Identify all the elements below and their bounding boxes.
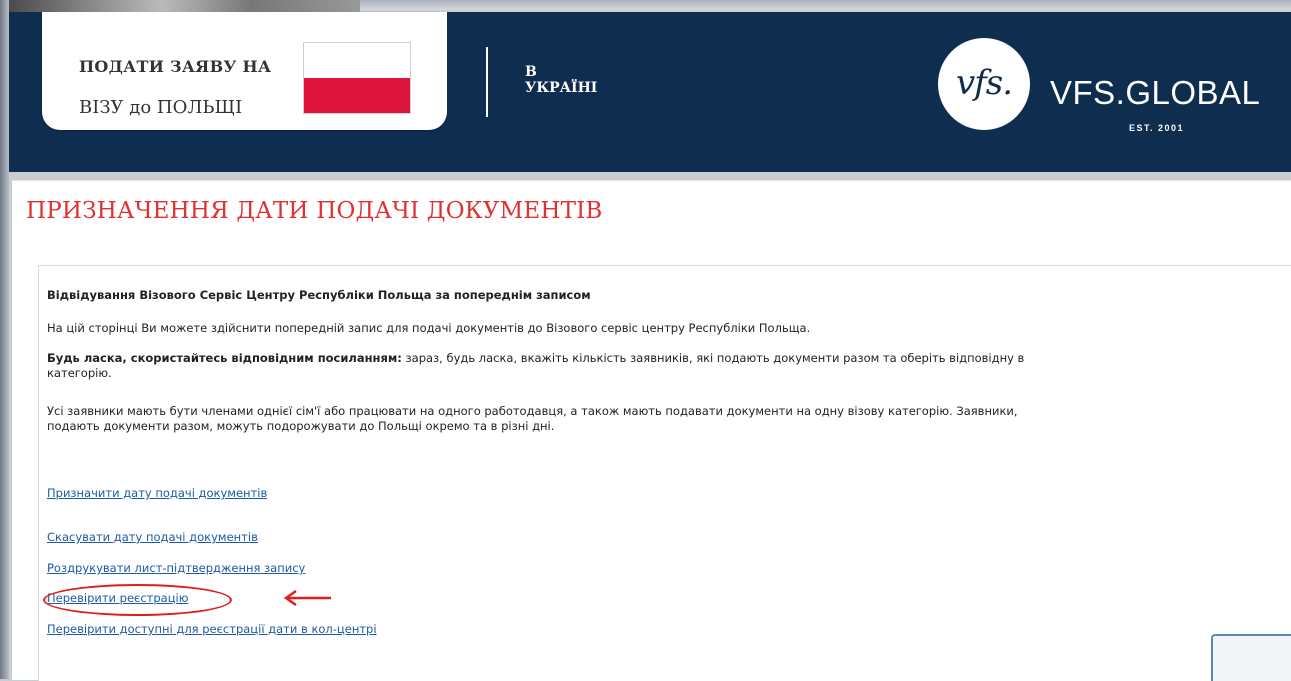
- vfs-logo-established: EST. 2001: [1129, 123, 1185, 133]
- vfs-logo-mark: vfs.: [955, 63, 1013, 103]
- hint-text: Будь ласка, скористайтесь відповідним по…: [47, 351, 1024, 381]
- region-line-2: УКРАЇНІ: [525, 80, 598, 96]
- schedule-appointment-link[interactable]: Призначити дату подачі документів: [47, 486, 267, 500]
- cancel-appointment-link[interactable]: Скасувати дату подачі документів: [47, 530, 258, 544]
- arrow-left-icon: [283, 590, 331, 606]
- site-header: ПОДАТИ ЗАЯВУ НА ВІЗУ до ПОЛЬЩІ В УКРАЇНІ…: [9, 12, 1291, 172]
- window-left-edge: [0, 0, 9, 679]
- page-content: ПРИЗНАЧЕННЯ ДАТИ ПОДАЧІ ДОКУМЕНТІВ Відві…: [12, 180, 1291, 681]
- apply-visa-card[interactable]: ПОДАТИ ЗАЯВУ НА ВІЗУ до ПОЛЬЩІ: [42, 12, 447, 130]
- call-center-availability-link[interactable]: Перевірити доступні для реєстрації дати …: [47, 622, 377, 636]
- poland-flag: [303, 42, 411, 114]
- region-line-1: В: [525, 64, 537, 80]
- panel-heading: Відвідування Візового Сервіс Центру Респ…: [47, 288, 591, 302]
- members-line-2: подають документи разом, можуть подорожу…: [47, 419, 555, 433]
- background-photo-strip: [0, 0, 360, 12]
- region-label[interactable]: В УКРАЇНІ: [525, 64, 597, 96]
- info-panel: Відвідування Візового Сервіс Центру Респ…: [38, 265, 1291, 681]
- highlight-oval: [43, 584, 232, 616]
- members-line-1: Усі заявники мають бути членами однієї с…: [47, 404, 1018, 418]
- brand-line-2: ВІЗУ до ПОЛЬЩІ: [79, 97, 243, 118]
- flag-red-stripe: [304, 78, 410, 113]
- chat-widget[interactable]: [1211, 634, 1291, 681]
- members-text: Усі заявники мають бути членами однієї с…: [47, 404, 1018, 434]
- brand-line-1: ПОДАТИ ЗАЯВУ НА: [79, 57, 272, 76]
- flag-white-stripe: [304, 43, 410, 78]
- hint-rest: зараз, будь ласка, вкажіть кількість зая…: [401, 351, 1025, 365]
- hint-line-2: категорію.: [47, 366, 112, 380]
- page-title: ПРИЗНАЧЕННЯ ДАТИ ПОДАЧІ ДОКУМЕНТІВ: [26, 198, 603, 224]
- hint-bold: Будь ласка, скористайтесь відповідним по…: [47, 351, 402, 365]
- vfs-logo-icon[interactable]: vfs.: [938, 38, 1030, 130]
- intro-text: На цій сторінці Ви можете здійснити попе…: [47, 321, 811, 335]
- vfs-logo-name: VFS.GLOBAL: [1050, 74, 1261, 111]
- header-divider: [486, 47, 488, 117]
- print-confirmation-link[interactable]: Роздрукувати лист-підтвердження запису: [47, 561, 305, 575]
